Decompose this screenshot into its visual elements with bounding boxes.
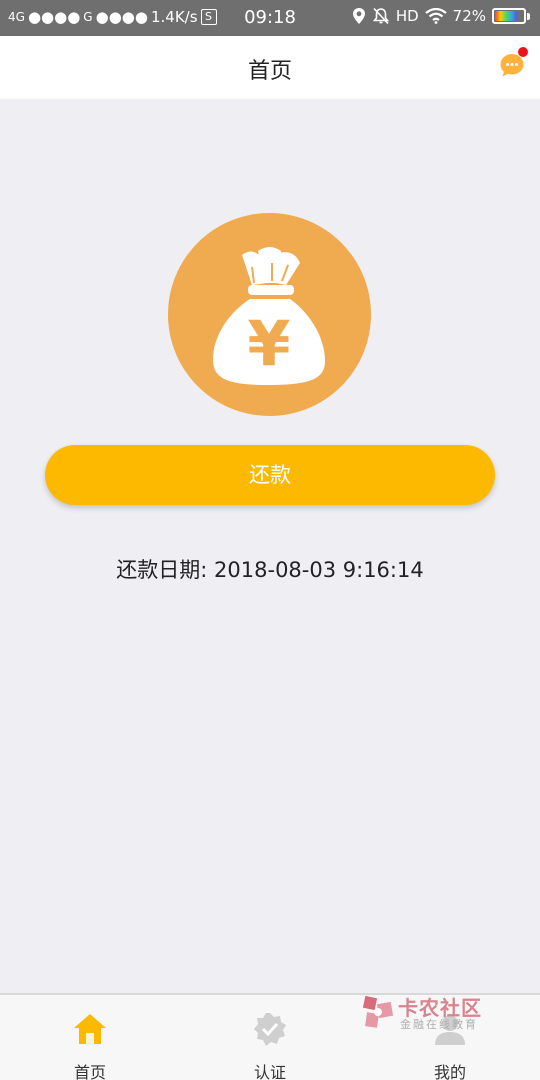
battery-icon	[492, 8, 526, 24]
money-bag-yen-icon: ¥	[212, 247, 325, 385]
location-icon	[352, 8, 365, 24]
battery-percent: 72%	[452, 7, 486, 25]
status-bar: 4G ●●●● G ●●●● 1.4K/s S 09:18 HD 72%	[0, 0, 540, 36]
due-date-label: 还款日期:	[116, 558, 208, 582]
tab-verify-label: 认证	[253, 1063, 286, 1080]
app-header: 首页	[0, 36, 540, 99]
watermark-subtitle: 金融在线教育	[400, 1018, 478, 1031]
due-date-value: 2018-08-03 9:16:14	[214, 558, 424, 582]
silent-bell-icon	[372, 7, 389, 25]
wifi-icon	[424, 8, 447, 24]
tab-home-label: 首页	[73, 1063, 106, 1080]
page-title: 首页	[247, 59, 292, 84]
battery-tip	[527, 12, 530, 20]
notification-dot	[518, 47, 528, 57]
watermark-emblem-icon	[362, 995, 394, 1028]
battery-fill	[495, 11, 517, 21]
due-date: 还款日期: 2018-08-03 9:16:14	[0, 554, 540, 584]
svg-text:¥: ¥	[247, 307, 290, 380]
tab-verify[interactable]: 认证	[180, 995, 360, 1080]
tab-home[interactable]: 首页	[0, 995, 180, 1080]
message-button[interactable]	[499, 47, 528, 78]
home-icon	[74, 1014, 106, 1044]
repay-button[interactable]: 还款	[45, 445, 495, 505]
status-right: HD 72%	[352, 7, 530, 25]
money-bag-illustration: ¥	[168, 213, 371, 416]
watermark-logo: 卡农社区 金融在线教育	[360, 990, 485, 1040]
verified-badge-icon	[254, 1013, 286, 1046]
tab-mine-label: 我的	[433, 1063, 466, 1080]
hd-label: HD	[395, 7, 419, 25]
